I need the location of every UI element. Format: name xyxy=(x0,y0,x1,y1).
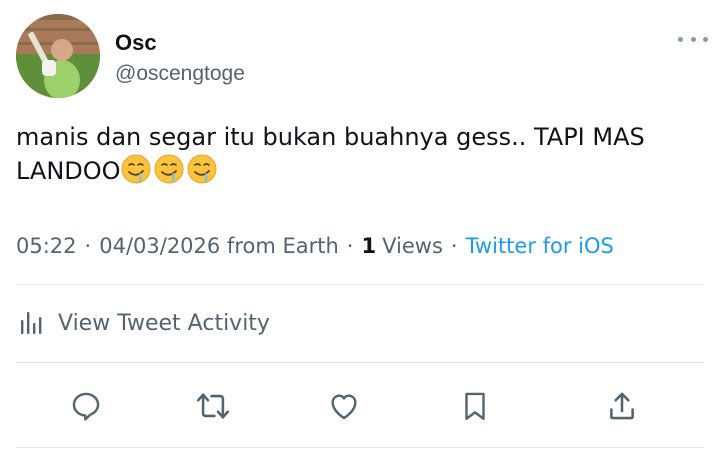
tweet-meta: 05:22 · 04/03/2026 from Earth · 1 Views … xyxy=(16,229,706,263)
tweet-date[interactable]: 04/03/2026 from Earth xyxy=(99,234,339,258)
user-handle[interactable]: @oscengtoge xyxy=(115,61,245,87)
tweet-text: manis dan segar itu bukan buahnya gess..… xyxy=(16,120,696,188)
reply-button[interactable] xyxy=(66,386,106,426)
more-horizontal-icon[interactable] xyxy=(678,34,708,44)
meta-separator: · xyxy=(84,234,92,258)
user-names: Osc @oscengtoge xyxy=(115,30,245,87)
tweet-text-body: manis dan segar itu bukan buahnya gess..… xyxy=(16,123,645,185)
divider xyxy=(16,447,704,448)
share-button[interactable] xyxy=(602,386,642,426)
display-name[interactable]: Osc xyxy=(115,30,245,56)
share-icon xyxy=(610,392,634,420)
meta-separator: · xyxy=(450,234,458,258)
like-button[interactable] xyxy=(324,386,364,426)
retweet-button[interactable] xyxy=(193,386,233,426)
divider xyxy=(16,362,704,363)
retweet-icon xyxy=(196,393,230,419)
tweet-actions xyxy=(16,366,704,444)
view-tweet-activity-label: View Tweet Activity xyxy=(58,310,270,336)
reply-icon xyxy=(72,392,100,421)
tweet-header: Osc @oscengtoge xyxy=(16,14,708,100)
bookmark-icon xyxy=(465,392,485,420)
views-count: 1 xyxy=(361,234,377,258)
drooling-face-icon xyxy=(154,154,184,184)
drooling-face-icon xyxy=(187,154,217,184)
tweet-source-link[interactable]: Twitter for iOS xyxy=(466,234,614,258)
avatar-image xyxy=(16,14,100,98)
drooling-face-icon xyxy=(121,154,151,184)
view-tweet-activity-button[interactable]: View Tweet Activity xyxy=(16,288,704,358)
emoji-group xyxy=(121,154,220,185)
views-label: Views xyxy=(382,234,443,258)
like-icon xyxy=(331,394,357,420)
divider xyxy=(16,284,704,285)
tweet-time[interactable]: 05:22 xyxy=(16,234,77,258)
avatar[interactable] xyxy=(16,14,100,98)
bar-chart-icon xyxy=(21,312,42,334)
bookmark-button[interactable] xyxy=(455,386,495,426)
meta-separator: · xyxy=(346,234,354,258)
